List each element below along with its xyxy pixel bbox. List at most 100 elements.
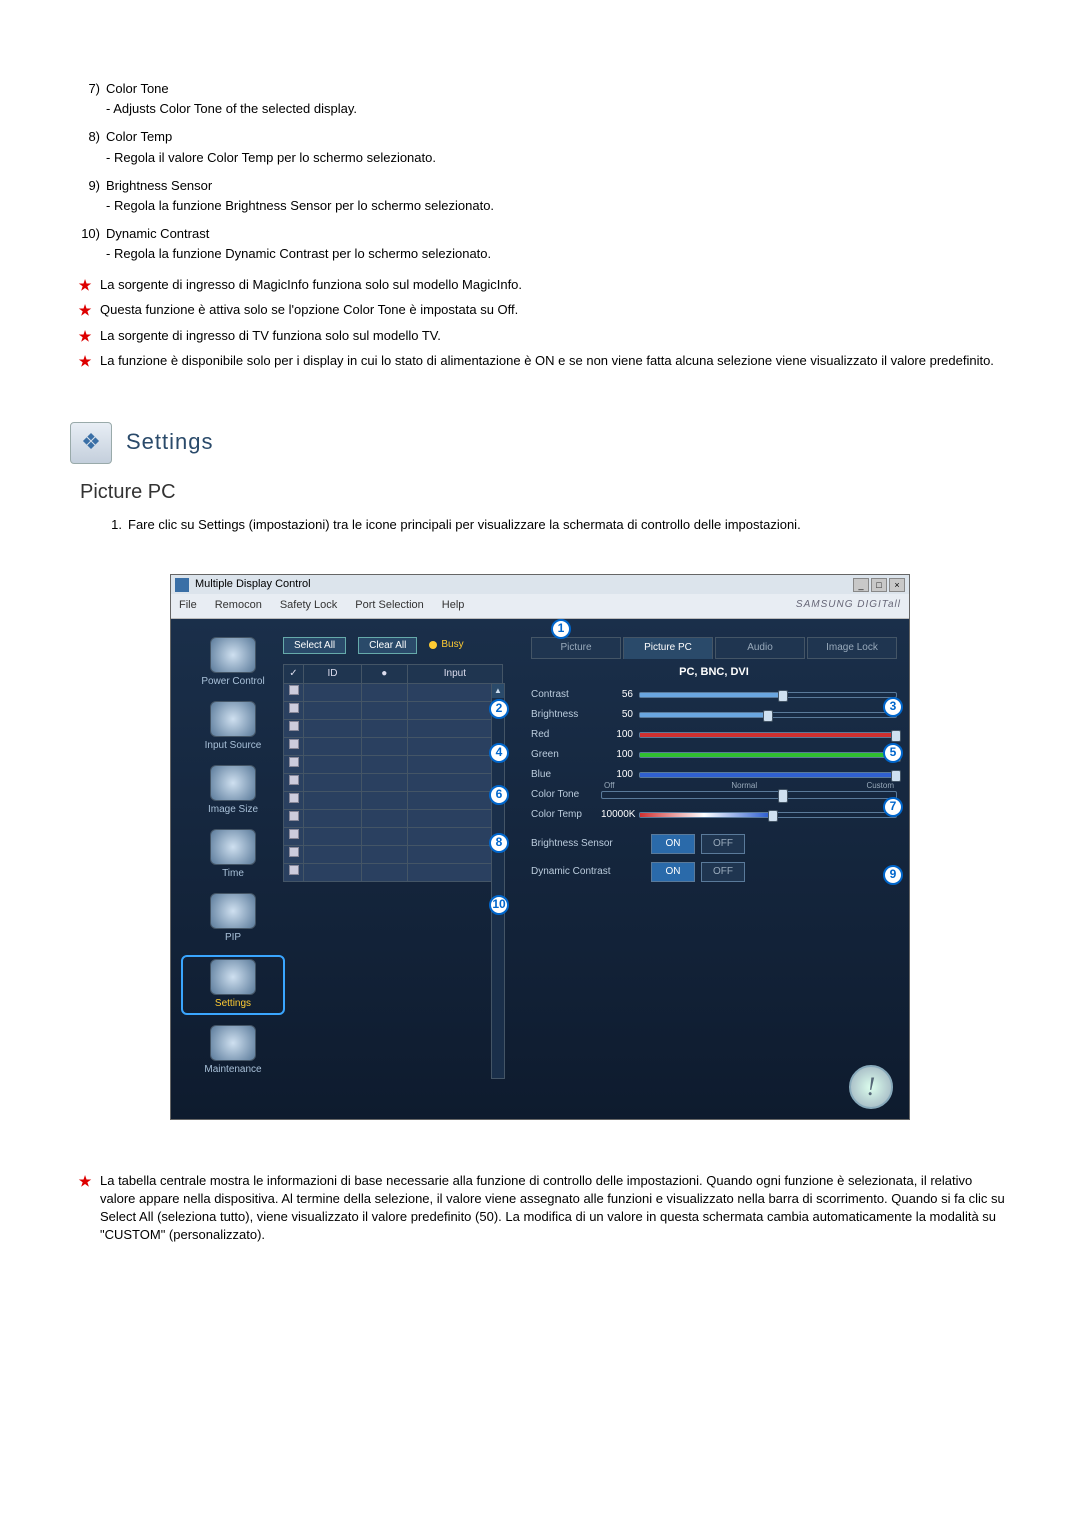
table-row[interactable]: [284, 701, 503, 719]
blue-slider[interactable]: [639, 772, 897, 778]
menu-item-port-selection[interactable]: Port Selection: [355, 598, 423, 613]
sidebar-item-power-control[interactable]: Power Control: [183, 637, 283, 689]
brightness-value: 50: [601, 708, 639, 722]
display-table[interactable]: ✓ ID ● Input: [283, 664, 503, 882]
table-row[interactable]: [284, 791, 503, 809]
table-row[interactable]: [284, 845, 503, 863]
menu-item-file[interactable]: File: [179, 598, 197, 613]
tone-option-custom: Custom: [866, 780, 894, 791]
sidebar-item-image-size[interactable]: Image Size: [183, 765, 283, 817]
contrast-slider[interactable]: [639, 692, 897, 698]
brightness-sensor-label: Brightness Sensor: [531, 837, 651, 851]
table-row[interactable]: [284, 827, 503, 845]
sidebar-label: PIP: [183, 931, 283, 945]
tone-option-normal: Normal: [731, 780, 757, 791]
app-icon: [175, 578, 189, 592]
maximize-button[interactable]: □: [871, 578, 887, 592]
item-desc: - Regola la funzione Dynamic Contrast pe…: [106, 245, 1010, 263]
sidebar-icon: [210, 637, 256, 673]
sidebar-item-settings[interactable]: Settings: [183, 957, 283, 1013]
color-temp-thumb[interactable]: [768, 810, 778, 822]
clear-all-button[interactable]: Clear All: [358, 637, 417, 654]
item-number: 10): [80, 225, 106, 263]
blue-label: Blue: [531, 768, 601, 782]
callout-9: 9: [883, 865, 903, 885]
sidebar-icon: [210, 1025, 256, 1061]
close-button[interactable]: ×: [889, 578, 905, 592]
menu-item-help[interactable]: Help: [442, 598, 465, 613]
dynamic-contrast-on-button[interactable]: ON: [651, 862, 695, 882]
item-number: 9): [80, 177, 106, 215]
minimize-button[interactable]: _: [853, 578, 869, 592]
info-icon[interactable]: !: [849, 1065, 893, 1109]
section-heading: Settings: [70, 422, 1010, 464]
table-row[interactable]: [284, 719, 503, 737]
item-title: Dynamic Contrast: [106, 225, 1010, 243]
sidebar-label: Maintenance: [183, 1063, 283, 1077]
table-row[interactable]: [284, 737, 503, 755]
sidebar-item-pip[interactable]: PIP: [183, 893, 283, 945]
sidebar: Power Control Input Source Image Size Time P…: [183, 637, 283, 1089]
brightness-sensor-off-button[interactable]: OFF: [701, 834, 745, 854]
note-text: La funzione è disponibile solo per i dis…: [100, 350, 1010, 372]
step-text: Fare clic su Settings (impostazioni) tra…: [128, 516, 801, 534]
brightness-thumb[interactable]: [763, 710, 773, 722]
sidebar-label: Settings: [183, 997, 283, 1011]
note-text: La tabella centrale mostra le informazio…: [100, 1170, 1010, 1245]
note-text: Questa funzione è attiva solo se l'opzio…: [100, 299, 1010, 321]
window-body: Power Control Input Source Image Size Time P…: [171, 619, 909, 1119]
sidebar-icon: [210, 893, 256, 929]
settings-panel: 1 PicturePicture PCAudioImage Lock PC, B…: [503, 637, 897, 1089]
green-slider[interactable]: [639, 752, 897, 758]
settings-section-icon: [70, 422, 112, 464]
table-row[interactable]: [284, 755, 503, 773]
table-row[interactable]: [284, 863, 503, 881]
tab-picture[interactable]: Picture: [531, 637, 621, 659]
color-tone-slider[interactable]: Off Normal Custom: [601, 791, 897, 799]
brand-label: SAMSUNG DIGITall: [796, 598, 901, 613]
callout-3: 3: [883, 697, 903, 717]
sidebar-item-time[interactable]: Time: [183, 829, 283, 881]
tab-image-lock[interactable]: Image Lock: [807, 637, 897, 659]
brightness-sensor-on-button[interactable]: ON: [651, 834, 695, 854]
brightness-label: Brightness: [531, 708, 601, 722]
item-desc: - Regola il valore Color Temp per lo sch…: [106, 149, 1010, 167]
tab-audio[interactable]: Audio: [715, 637, 805, 659]
menu-bar: File Remocon Safety Lock Port Selection Help…: [171, 594, 909, 618]
menu-item-safety-lock[interactable]: Safety Lock: [280, 598, 337, 613]
red-value: 100: [601, 728, 639, 742]
sidebar-label: Image Size: [183, 803, 283, 817]
red-row: Red100: [531, 728, 897, 742]
sidebar-label: Power Control: [183, 675, 283, 689]
item-number: 8): [80, 128, 106, 166]
sidebar-item-maintenance[interactable]: Maintenance: [183, 1025, 283, 1077]
select-all-button[interactable]: Select All: [283, 637, 346, 654]
table-row[interactable]: [284, 773, 503, 791]
dynamic-contrast-off-button[interactable]: OFF: [701, 862, 745, 882]
brightness-slider[interactable]: [639, 712, 897, 718]
col-check: ✓: [284, 664, 304, 683]
tab-picture-pc[interactable]: Picture PC: [623, 637, 713, 659]
star-icon: ★: [70, 325, 100, 347]
sidebar-item-input-source[interactable]: Input Source: [183, 701, 283, 753]
menu-item-remocon[interactable]: Remocon: [215, 598, 262, 613]
color-temp-row: Color Temp 10000K: [531, 808, 897, 822]
callout-5: 5: [883, 743, 903, 763]
note-text: La sorgente di ingresso di MagicInfo fun…: [100, 274, 1010, 296]
table-row[interactable]: [284, 809, 503, 827]
star-icon: ★: [70, 350, 100, 372]
mdc-window: Multiple Display Control _ □ × FileRemoc…: [170, 574, 910, 1120]
color-temp-label: Color Temp: [531, 808, 601, 822]
red-slider[interactable]: [639, 732, 897, 738]
color-tone-thumb[interactable]: [778, 789, 788, 803]
contrast-thumb[interactable]: [778, 690, 788, 702]
busy-indicator: Busy: [429, 638, 463, 652]
color-temp-slider[interactable]: [639, 812, 897, 818]
table-row[interactable]: [284, 683, 503, 701]
contrast-value: 56: [601, 688, 639, 702]
section-title: Settings: [126, 427, 214, 458]
red-thumb[interactable]: [891, 730, 901, 742]
notes-list-bottom: ★La tabella centrale mostra le informazi…: [70, 1170, 1010, 1245]
input-mode-label: PC, BNC, DVI: [531, 665, 897, 680]
dynamic-contrast-row: Dynamic Contrast ON OFF: [531, 862, 897, 882]
